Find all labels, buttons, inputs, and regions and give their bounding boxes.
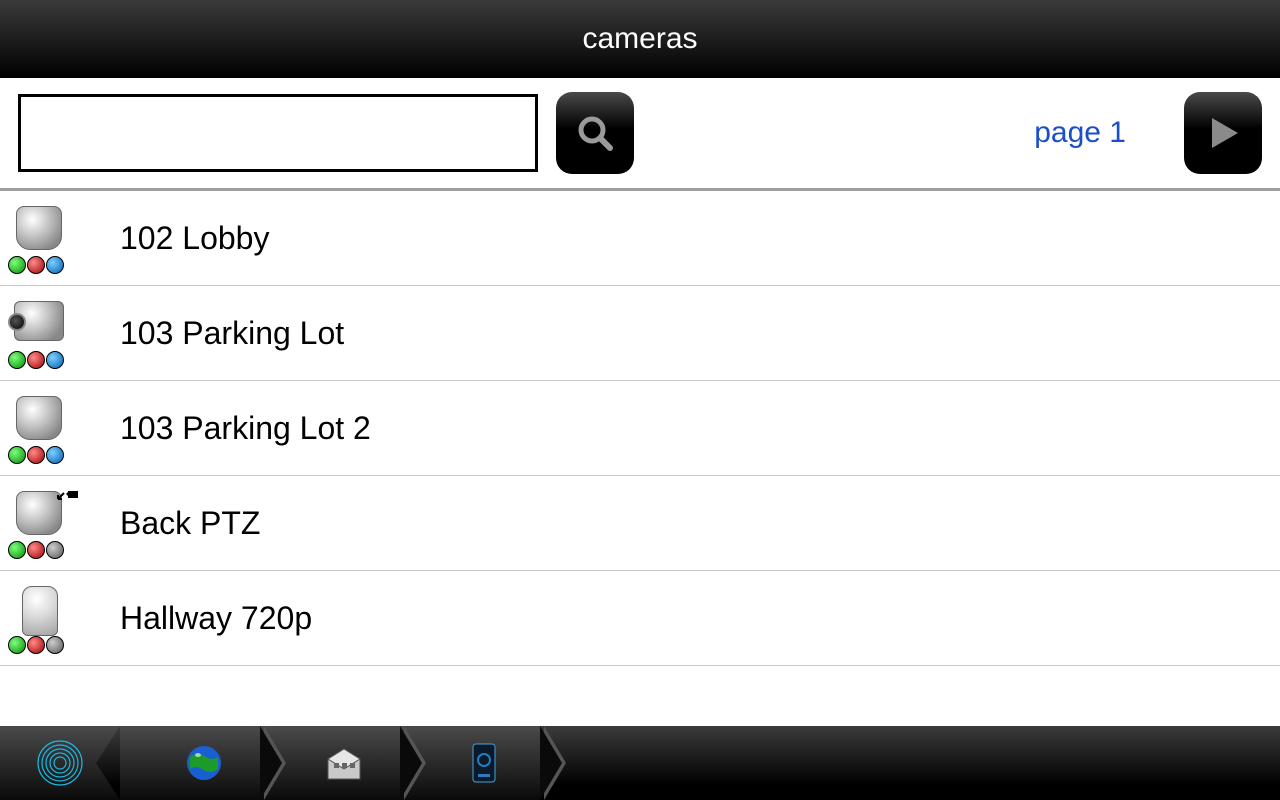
camera-name: Back PTZ [120, 505, 260, 542]
camera-name: 102 Lobby [120, 220, 269, 257]
search-button[interactable] [556, 92, 634, 174]
nav-back[interactable] [0, 726, 120, 800]
bottom-nav [0, 726, 1280, 800]
header: cameras [0, 0, 1280, 78]
camera-icon [6, 489, 106, 557]
globe-icon [184, 743, 224, 783]
play-icon [1202, 112, 1244, 154]
page-indicator: page 1 [1034, 116, 1126, 150]
camera-name: 103 Parking Lot 2 [120, 410, 371, 447]
camera-icon [6, 299, 106, 367]
camera-name: 103 Parking Lot [120, 315, 344, 352]
camera-icon [6, 394, 106, 462]
search-input[interactable] [18, 94, 538, 172]
page-title: cameras [582, 22, 697, 56]
camera-icon [6, 584, 106, 652]
camera-icon [6, 204, 106, 272]
camera-row[interactable]: Back PTZ [0, 476, 1280, 571]
camera-row[interactable]: Hallway 720p [0, 571, 1280, 666]
fingerprint-icon [36, 739, 84, 787]
nav-globe[interactable] [120, 726, 260, 800]
camera-row[interactable]: 102 Lobby [0, 191, 1280, 286]
device-icon [469, 742, 499, 784]
camera-name: Hallway 720p [120, 600, 312, 637]
camera-row[interactable]: 103 Parking Lot [0, 286, 1280, 381]
toolbar: page 1 [0, 78, 1280, 191]
camera-row[interactable]: 103 Parking Lot 2 [0, 381, 1280, 476]
search-icon [574, 112, 616, 154]
camera-list: 102 Lobby 103 Parking Lot 103 Parking Lot … [0, 191, 1280, 726]
building-icon [322, 743, 366, 783]
next-page-button[interactable] [1184, 92, 1262, 174]
